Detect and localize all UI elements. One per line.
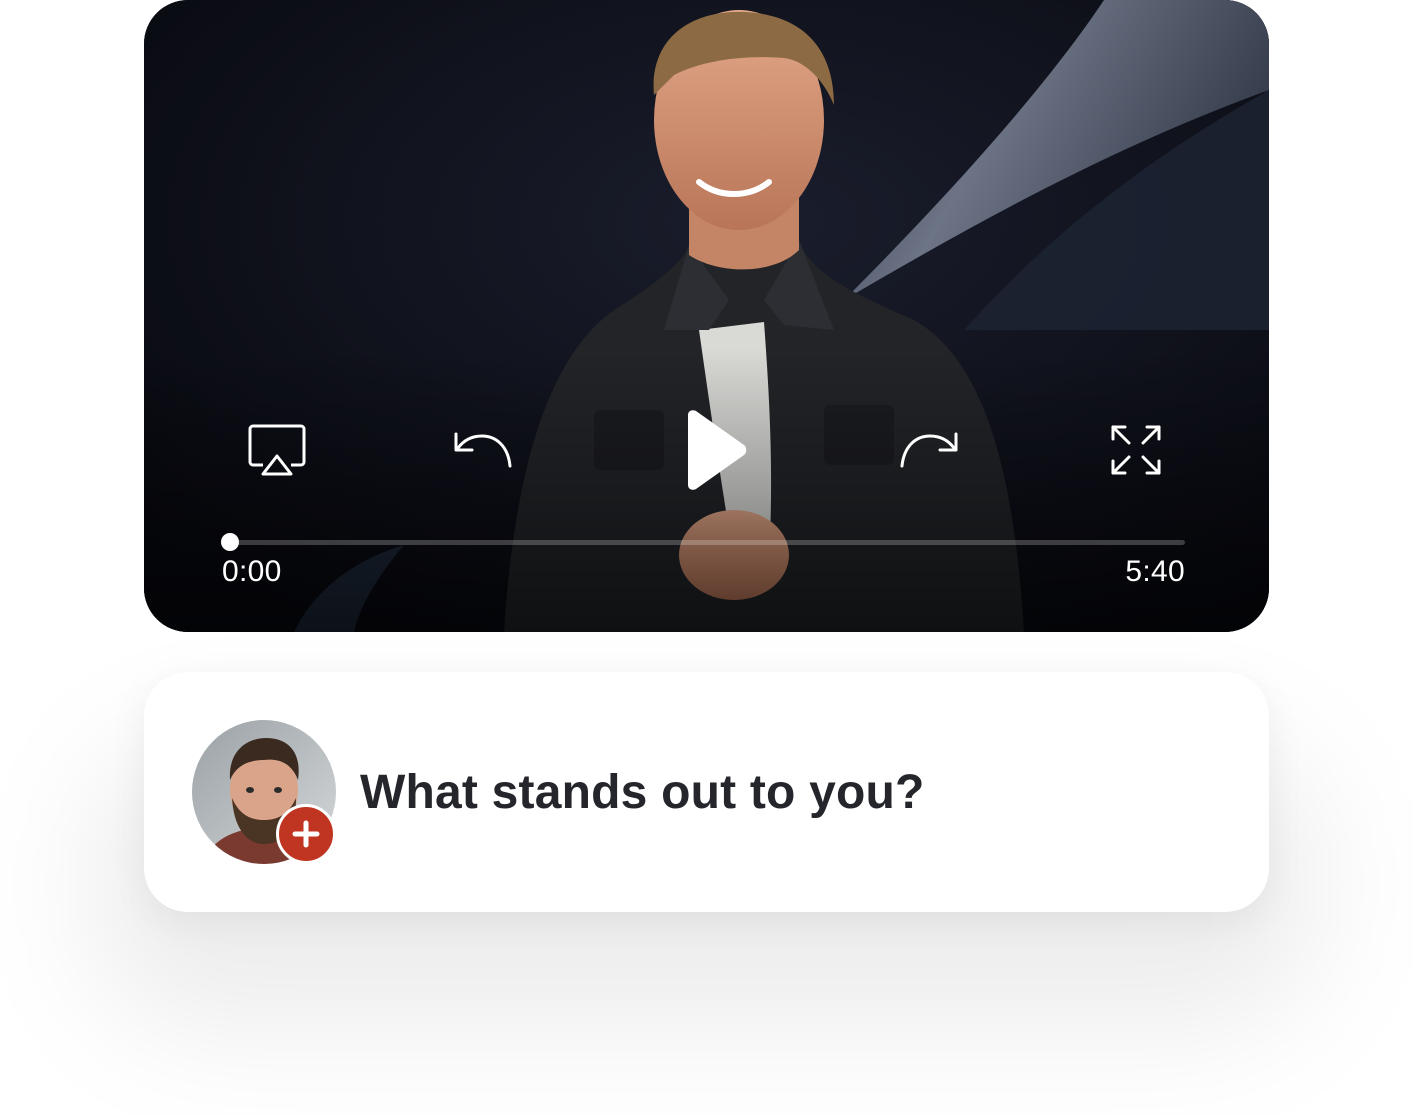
rewind-icon: [454, 432, 512, 468]
forward-button[interactable]: [896, 424, 962, 472]
fullscreen-icon: [1111, 425, 1161, 475]
rewind-button[interactable]: [450, 424, 516, 472]
current-time: 0:00: [222, 555, 282, 588]
add-button[interactable]: [276, 804, 336, 864]
duration: 5:40: [1125, 555, 1185, 588]
fullscreen-button[interactable]: [1108, 422, 1164, 478]
progress-bar[interactable]: [221, 533, 1185, 551]
video-player[interactable]: 0:00 5:40: [144, 0, 1269, 632]
video-frame-image: [144, 0, 1269, 632]
play-icon: [688, 410, 747, 490]
prompt-question: What stands out to you?: [360, 766, 925, 819]
plus-icon: [292, 820, 320, 848]
forward-icon: [900, 432, 958, 468]
progress-handle[interactable]: [221, 533, 239, 551]
play-button[interactable]: [676, 406, 752, 494]
prompt-card[interactable]: What stands out to you?: [144, 672, 1269, 912]
airplay-icon: [248, 424, 306, 476]
airplay-button[interactable]: [244, 420, 310, 480]
